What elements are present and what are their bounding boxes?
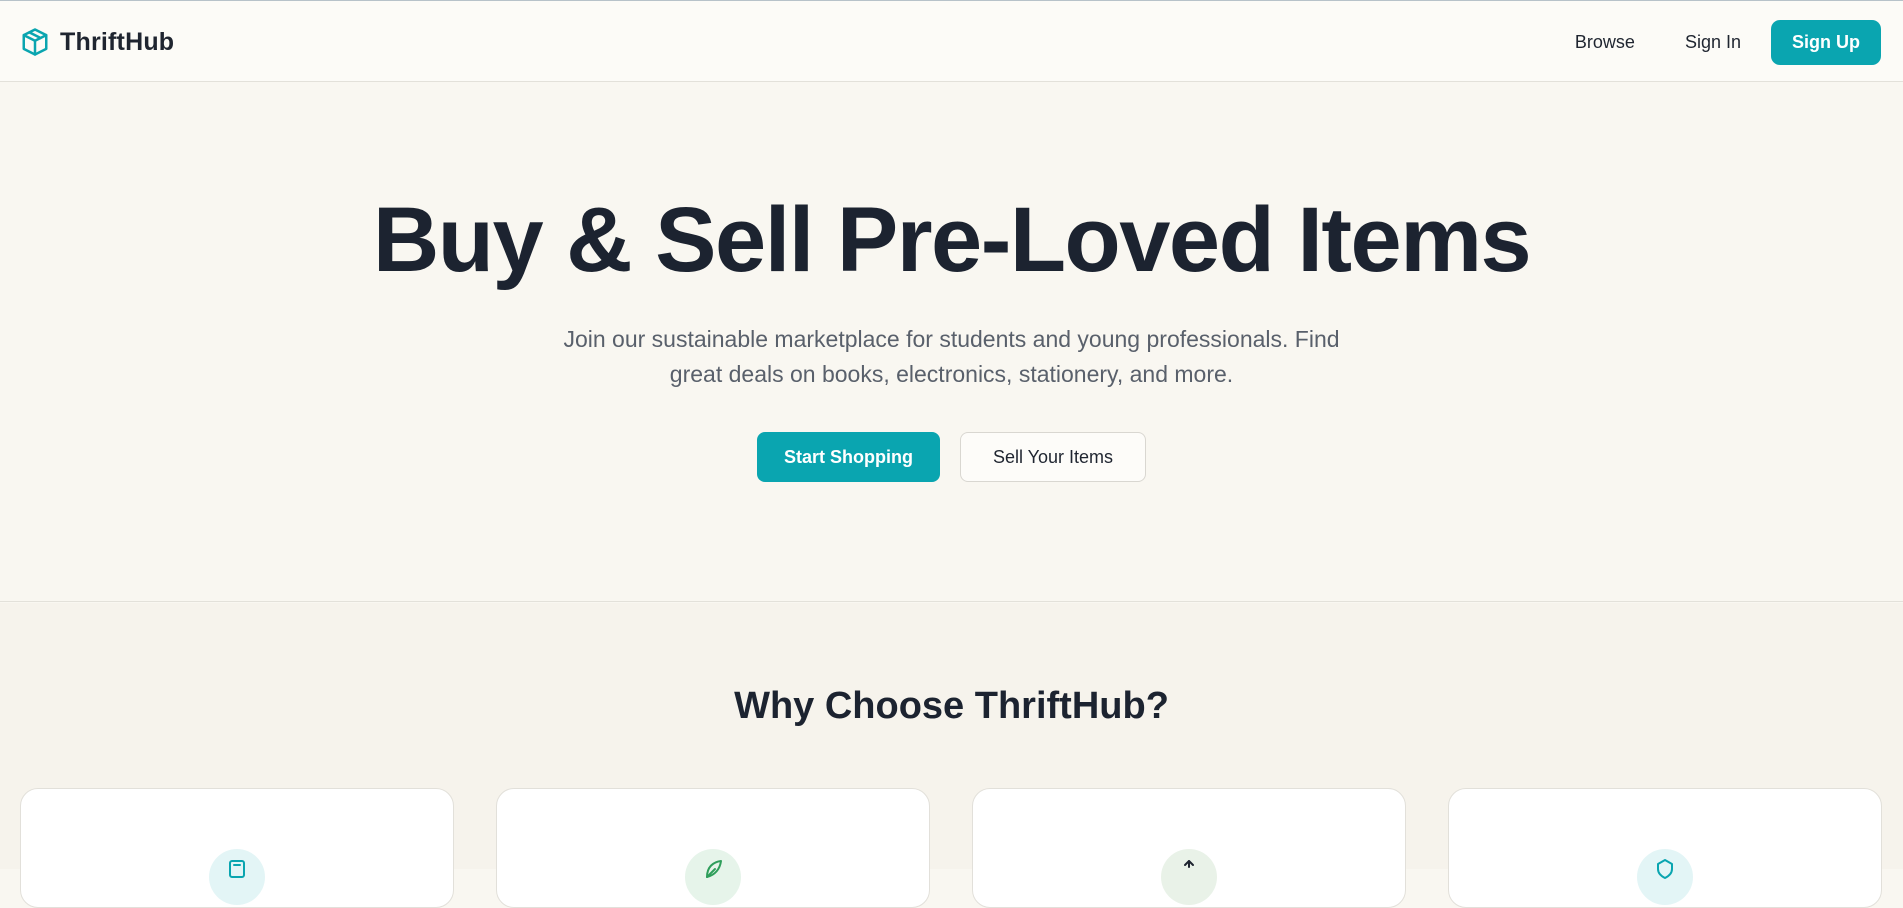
feature-icon-circle (685, 849, 741, 905)
tag-icon (229, 860, 245, 878)
features-title: Why Choose ThriftHub? (734, 685, 1169, 727)
feature-card (496, 788, 930, 908)
feature-card (1448, 788, 1882, 908)
header-nav: Browse Sign In Sign Up (1561, 20, 1881, 65)
leaf-icon (706, 860, 722, 878)
shield-icon (1657, 859, 1673, 879)
hero-actions: Start Shopping Sell Your Items (0, 432, 1903, 482)
top-navigation-bar: ThriftHub Browse Sign In Sign Up (0, 0, 1903, 82)
brand-logo[interactable]: ThriftHub (20, 25, 174, 59)
feature-icon-circle (1161, 849, 1217, 905)
brand-name: ThriftHub (60, 27, 175, 56)
signup-button[interactable]: Sign Up (1771, 20, 1881, 65)
start-shopping-button[interactable]: Start Shopping (757, 432, 940, 482)
users-icon (1184, 860, 1194, 868)
feature-icon-circle (1637, 849, 1693, 905)
feature-icon-circle (209, 849, 265, 905)
feature-card (972, 788, 1406, 908)
package-box-icon (22, 28, 48, 56)
features-section: Why Choose ThriftHub? (0, 603, 1903, 908)
sell-items-button[interactable]: Sell Your Items (960, 432, 1146, 482)
nav-signin-link[interactable]: Sign In (1671, 32, 1755, 53)
nav-browse-link[interactable]: Browse (1561, 32, 1649, 53)
feature-card (20, 788, 454, 908)
hero-subtitle: Join our sustainable marketplace for stu… (563, 326, 1340, 387)
hero-title: Buy & Sell Pre-Loved Items (372, 189, 1532, 291)
hero-section: Buy & Sell Pre-Loved Items Join our sust… (0, 82, 1903, 602)
